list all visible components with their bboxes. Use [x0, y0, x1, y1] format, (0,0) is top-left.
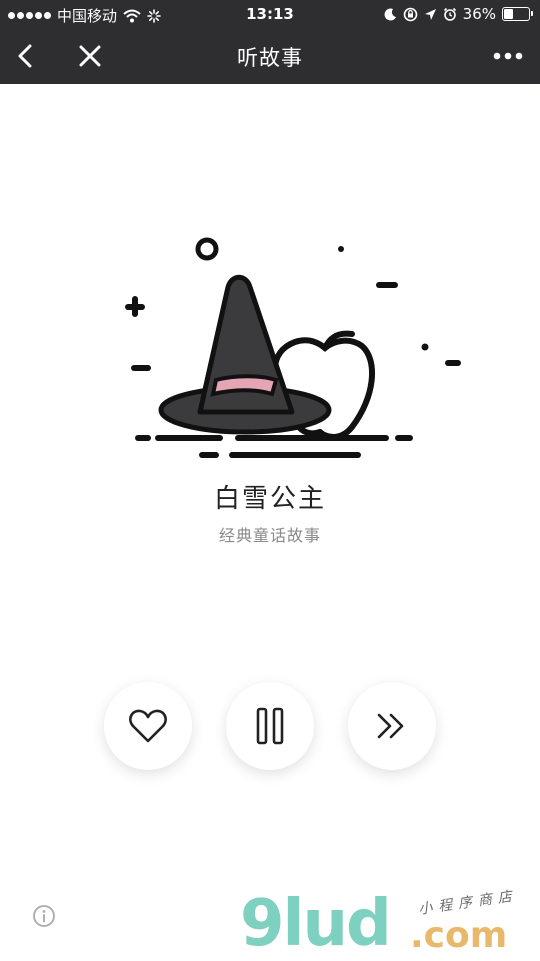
- page-title: 听故事: [237, 46, 303, 70]
- story-title: 白雪公主: [213, 484, 326, 514]
- status-bar: 中国移动 13:13 36%: [0, 0, 540, 28]
- info-icon[interactable]: [32, 904, 56, 928]
- moon-icon: [384, 7, 396, 20]
- watermark: 9lud 小程序商店 .com: [240, 888, 540, 960]
- watermark-tagline: 小程序商店: [417, 888, 519, 918]
- rotation-lock-icon: [403, 7, 417, 21]
- watermark-domain: .com: [410, 915, 508, 956]
- pause-icon: [256, 707, 284, 745]
- alarm-icon: [443, 7, 456, 21]
- pause-button[interactable]: [226, 682, 314, 770]
- fast-forward-icon: [377, 713, 404, 739]
- status-right: 36%: [384, 5, 533, 23]
- more-horizontal-icon: [493, 52, 523, 60]
- location-icon: [424, 8, 436, 20]
- nav-bar: 听故事: [0, 28, 540, 84]
- next-button[interactable]: [348, 682, 436, 770]
- watermark-logo: 9lud: [240, 887, 392, 961]
- like-button[interactable]: [104, 682, 192, 770]
- story-cover-illustration: [125, 237, 461, 458]
- battery-percent: 36%: [462, 5, 496, 23]
- heart-icon: [129, 709, 167, 743]
- story-subtitle: 经典童话故事: [218, 526, 321, 545]
- battery-icon: [502, 7, 533, 21]
- more-button[interactable]: [490, 38, 526, 74]
